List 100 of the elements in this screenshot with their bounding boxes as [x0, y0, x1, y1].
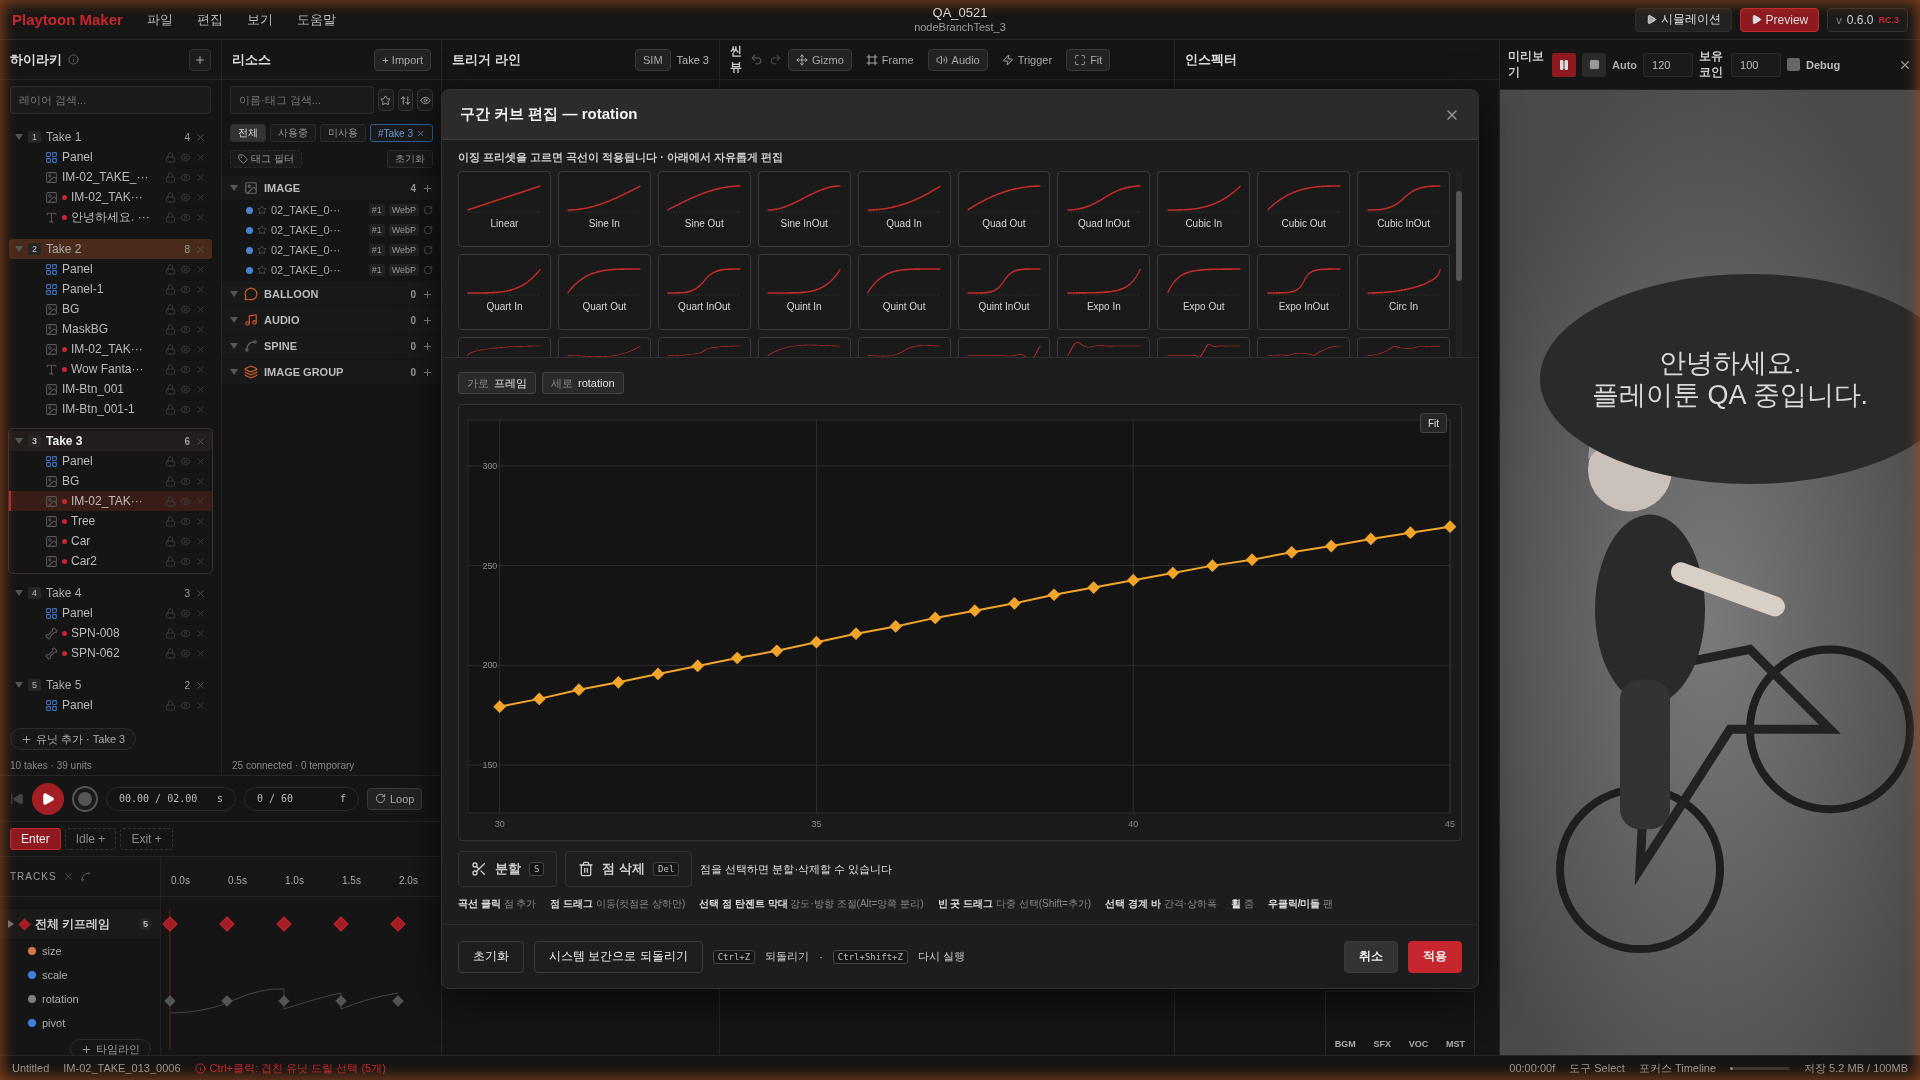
preset-card[interactable]: Expo InOut: [1257, 254, 1351, 330]
curve-icon[interactable]: [79, 871, 91, 882]
layer-row[interactable]: IM-02_TAK···: [9, 339, 212, 359]
loop-button[interactable]: Loop: [367, 787, 423, 810]
state-tab[interactable]: Exit +: [120, 828, 173, 850]
curve-point[interactable]: [1364, 532, 1378, 546]
eye-icon[interactable]: [180, 171, 191, 183]
eye-icon[interactable]: [180, 403, 191, 415]
layer-row[interactable]: SPN-008: [9, 623, 212, 643]
curve-point[interactable]: [1166, 566, 1180, 580]
eye-icon[interactable]: [180, 555, 191, 567]
eye-icon[interactable]: [180, 627, 191, 639]
sim-button[interactable]: SIM: [635, 48, 671, 71]
curve-point[interactable]: [770, 644, 784, 658]
curve-point[interactable]: [651, 667, 665, 681]
resource-item[interactable]: 02_TAKE_0··· #1 WebP: [222, 220, 441, 240]
refresh-icon[interactable]: [423, 245, 433, 255]
eye-icon[interactable]: [180, 699, 191, 711]
layer-row[interactable]: MaskBG: [9, 319, 212, 339]
curve-point[interactable]: [849, 627, 863, 640]
preset-card[interactable]: Quart InOut: [657, 254, 751, 330]
preview-button[interactable]: Preview: [1739, 7, 1820, 32]
view-tool-button[interactable]: Frame: [857, 48, 922, 71]
info-icon[interactable]: [68, 54, 79, 65]
curve-point[interactable]: [1324, 539, 1338, 553]
layer-row[interactable]: Panel: [9, 603, 212, 623]
lock-icon[interactable]: [165, 343, 176, 355]
play-button[interactable]: [32, 782, 64, 815]
curve-point[interactable]: [1443, 520, 1457, 534]
menu-item[interactable]: 도움말: [296, 10, 336, 29]
lock-icon[interactable]: [165, 363, 176, 375]
lock-icon[interactable]: [165, 191, 176, 203]
eye-icon[interactable]: [180, 263, 191, 275]
eye-icon[interactable]: [180, 607, 191, 619]
cancel-button[interactable]: 취소: [1344, 940, 1398, 973]
preset-card[interactable]: Expo Out: [1157, 254, 1251, 330]
lock-icon[interactable]: [165, 303, 176, 315]
add-unit-button[interactable]: 유닛 추가 · Take 3: [10, 728, 137, 750]
layer-row[interactable]: Panel-1: [9, 279, 212, 299]
preset-card[interactable]: Quint In: [757, 254, 851, 330]
curve-point[interactable]: [532, 692, 546, 706]
eye-icon[interactable]: [180, 303, 191, 315]
layer-row[interactable]: IM-Btn_001: [9, 379, 212, 399]
layer-row[interactable]: IM-02_TAKE_···: [9, 167, 212, 187]
tag-chip[interactable]: #Take 3: [370, 124, 433, 142]
track-row[interactable]: size: [0, 939, 160, 963]
resource-item[interactable]: 02_TAKE_0··· #1 WebP: [222, 260, 441, 280]
curve-point[interactable]: [612, 675, 625, 689]
lock-icon[interactable]: [165, 151, 176, 163]
preset-card[interactable]: Cubic Out: [1257, 171, 1351, 247]
redo-icon[interactable]: [769, 53, 782, 66]
fit-button[interactable]: Fit: [1419, 413, 1447, 433]
curve-point[interactable]: [1126, 573, 1140, 587]
preset-card[interactable]: [557, 337, 651, 357]
curve-point[interactable]: [691, 659, 704, 673]
lock-icon[interactable]: [165, 607, 176, 619]
pause-button[interactable]: [1552, 52, 1576, 77]
plus-icon[interactable]: [422, 314, 433, 326]
curve-point[interactable]: [572, 683, 586, 697]
track-row[interactable]: scale: [0, 963, 160, 987]
preset-card[interactable]: Quad InOut: [1057, 171, 1151, 247]
lock-icon[interactable]: [165, 535, 176, 547]
curve-point[interactable]: [1245, 553, 1259, 566]
eye-icon[interactable]: [180, 495, 191, 507]
preset-card[interactable]: Linear: [458, 171, 551, 247]
curve-point[interactable]: [968, 604, 982, 618]
take-row[interactable]: 5 Take 5 2: [9, 675, 212, 695]
refresh-icon[interactable]: [423, 205, 433, 215]
state-tab[interactable]: Idle +: [64, 828, 117, 850]
collapse-icon[interactable]: [62, 871, 74, 882]
curve-point[interactable]: [810, 635, 823, 649]
preset-card[interactable]: [957, 337, 1051, 357]
lock-icon[interactable]: [165, 383, 176, 395]
eye-icon[interactable]: [180, 211, 191, 223]
lock-icon[interactable]: [165, 627, 176, 639]
track-row[interactable]: rotation: [0, 987, 160, 1011]
preset-card[interactable]: Circ In: [1357, 254, 1450, 330]
take-row[interactable]: 1 Take 1 4: [9, 127, 212, 147]
edit-tool-button[interactable]: 분할 S: [458, 851, 558, 887]
layer-row[interactable]: Wow Fanta···: [9, 359, 212, 379]
revert-button[interactable]: 시스템 보간으로 되돌리기: [534, 940, 703, 973]
curve-point[interactable]: [493, 700, 506, 714]
preset-card[interactable]: Cubic In: [1157, 171, 1251, 247]
eye-icon[interactable]: [180, 455, 191, 467]
preset-card[interactable]: Sine In: [557, 171, 651, 247]
layer-row[interactable]: Panel: [9, 695, 212, 715]
eye-icon[interactable]: [180, 647, 191, 659]
take-row[interactable]: 4 Take 4 3: [9, 583, 212, 603]
lock-icon[interactable]: [165, 647, 176, 659]
curve-point[interactable]: [730, 651, 744, 665]
menu-item[interactable]: 파일: [146, 10, 173, 29]
eye-icon[interactable]: [180, 515, 191, 527]
search-field[interactable]: 이름·태그 검색...: [230, 86, 375, 114]
refresh-icon[interactable]: [423, 225, 433, 235]
preset-card[interactable]: [857, 337, 951, 357]
preset-card[interactable]: [1257, 337, 1351, 357]
curve-point[interactable]: [889, 620, 902, 633]
eye-icon[interactable]: [180, 323, 191, 335]
curve-point[interactable]: [1285, 545, 1298, 559]
layer-row[interactable]: Car2: [9, 551, 212, 571]
